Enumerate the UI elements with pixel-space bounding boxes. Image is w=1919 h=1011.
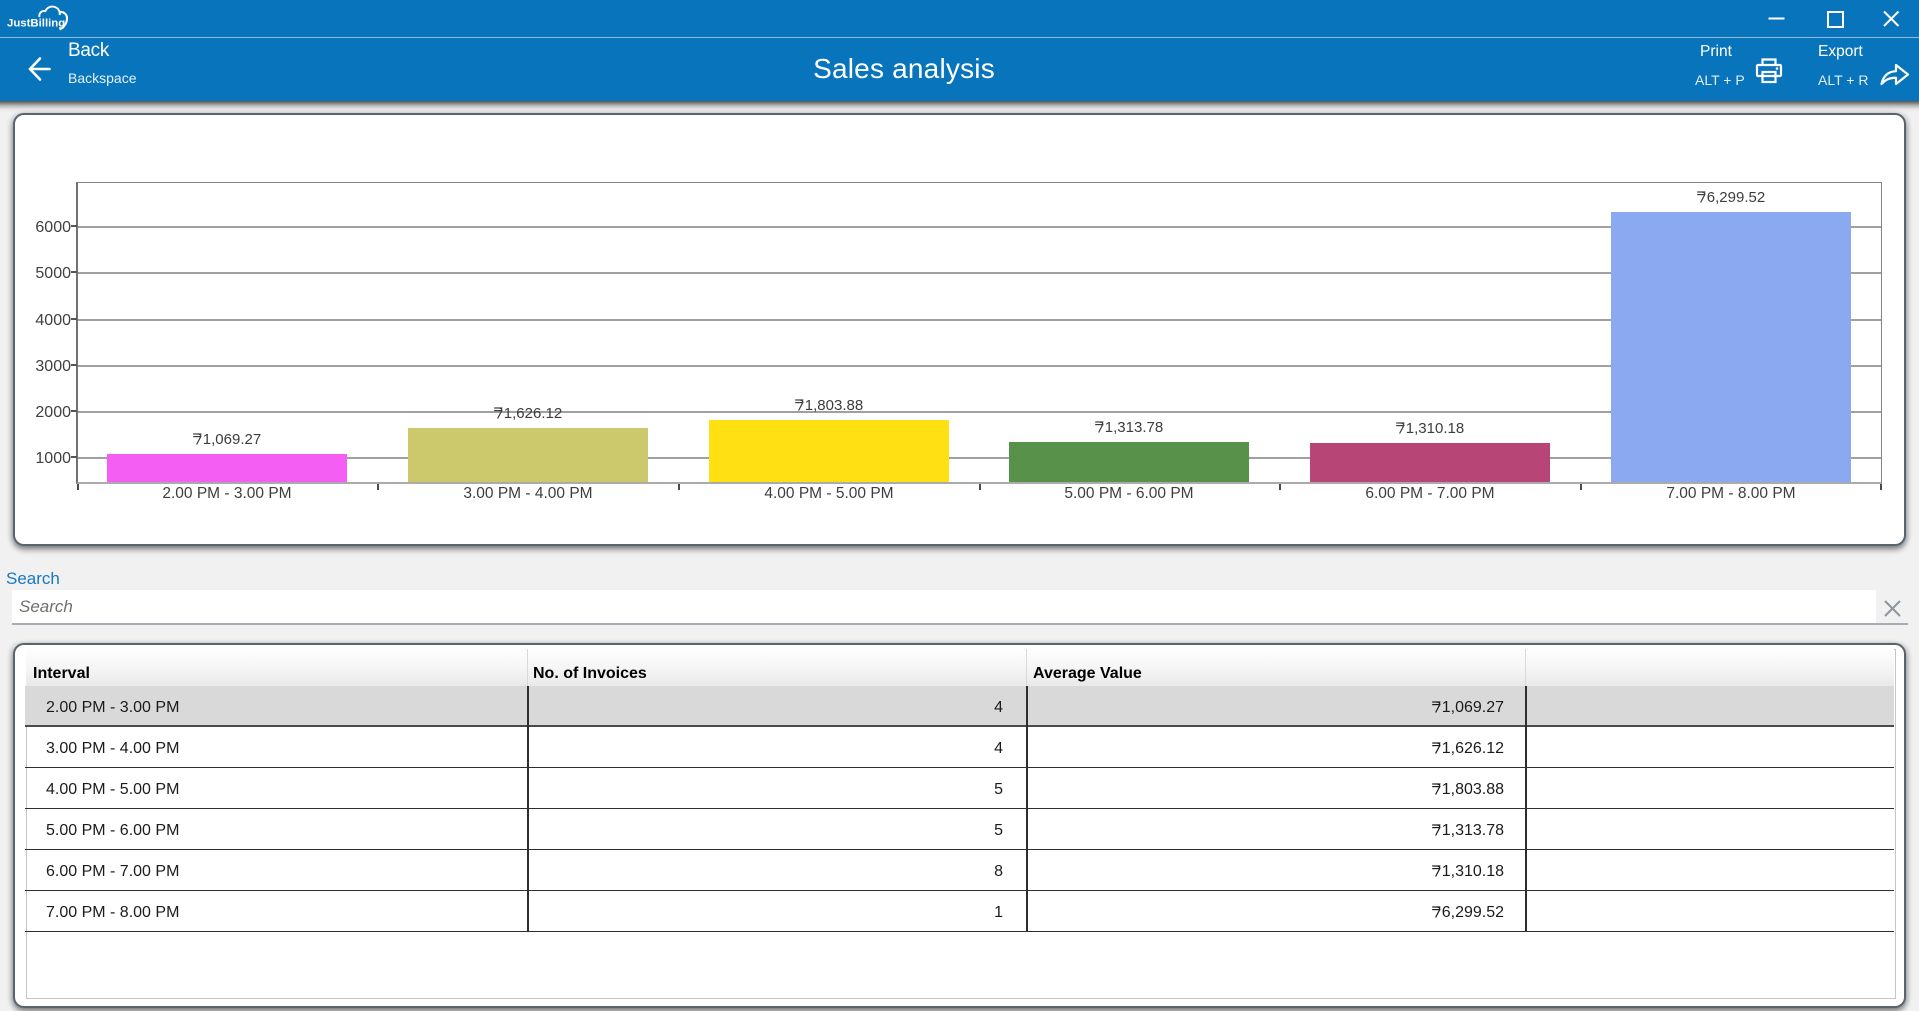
svg-text:JustBilling: JustBilling bbox=[7, 18, 65, 30]
